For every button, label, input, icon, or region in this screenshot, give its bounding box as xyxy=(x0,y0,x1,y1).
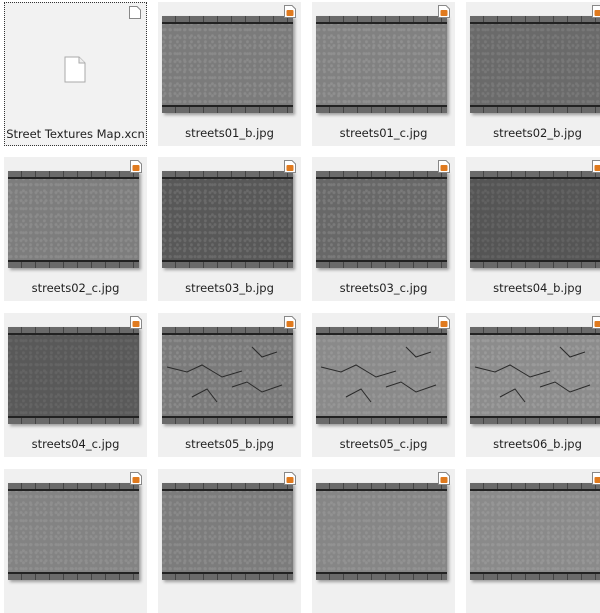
file-name-label: Street Textures Map.xcn xyxy=(5,127,146,141)
image-file-badge-icon xyxy=(130,160,142,173)
texture-thumbnail xyxy=(316,16,447,113)
file-tile[interactable]: streets04_c.jpg xyxy=(4,313,147,457)
texture-thumbnail xyxy=(162,16,293,113)
image-file-badge-icon xyxy=(438,5,450,18)
image-file-badge-icon xyxy=(438,160,450,173)
file-tile[interactable]: streets03_c.jpg xyxy=(312,157,455,301)
file-tile[interactable] xyxy=(4,469,147,613)
texture-thumbnail xyxy=(316,171,447,268)
file-name-label: streets04_b.jpg xyxy=(466,281,600,295)
file-tile[interactable]: streets01_b.jpg xyxy=(158,2,301,146)
image-file-badge-icon xyxy=(130,316,142,329)
blank-document-badge-icon xyxy=(129,6,141,19)
texture-thumbnail xyxy=(316,483,447,580)
file-tile[interactable]: streets03_b.jpg xyxy=(158,157,301,301)
texture-thumbnail xyxy=(470,171,600,268)
texture-thumbnail xyxy=(162,483,293,580)
file-name-label: streets01_b.jpg xyxy=(158,126,301,140)
image-file-badge-icon xyxy=(284,160,296,173)
file-tile[interactable]: streets05_c.jpg xyxy=(312,313,455,457)
file-tile[interactable]: streets06_b.jpg xyxy=(466,313,600,457)
image-file-badge-icon xyxy=(438,472,450,485)
image-file-badge-icon xyxy=(284,472,296,485)
file-name-label: streets02_b.jpg xyxy=(466,126,600,140)
file-name-label: streets03_b.jpg xyxy=(158,281,301,295)
image-file-badge-icon xyxy=(284,316,296,329)
image-file-badge-icon xyxy=(438,316,450,329)
file-tile[interactable]: streets05_b.jpg xyxy=(158,313,301,457)
image-file-badge-icon xyxy=(130,472,142,485)
image-file-badge-icon xyxy=(284,5,296,18)
texture-thumbnail xyxy=(8,171,139,268)
image-file-badge-icon xyxy=(592,160,600,173)
file-name-label: streets06_b.jpg xyxy=(466,437,600,451)
texture-thumbnail xyxy=(470,483,600,580)
texture-thumbnail xyxy=(8,483,139,580)
file-name-label: streets05_c.jpg xyxy=(312,437,455,451)
file-name-label: streets04_c.jpg xyxy=(4,437,147,451)
image-file-badge-icon xyxy=(592,472,600,485)
file-tile[interactable] xyxy=(466,469,600,613)
texture-thumbnail xyxy=(470,327,600,424)
texture-thumbnail xyxy=(162,171,293,268)
file-tile[interactable]: streets02_c.jpg xyxy=(4,157,147,301)
file-name-label: streets05_b.jpg xyxy=(158,437,301,451)
file-tile[interactable] xyxy=(158,469,301,613)
file-tile[interactable]: streets04_b.jpg xyxy=(466,157,600,301)
file-name-label: streets01_c.jpg xyxy=(312,126,455,140)
texture-thumbnail xyxy=(8,327,139,424)
file-tile[interactable]: streets02_b.jpg xyxy=(466,2,600,146)
file-name-label: streets03_c.jpg xyxy=(312,281,455,295)
document-icon xyxy=(64,56,86,83)
file-tile[interactable]: streets01_c.jpg xyxy=(312,2,455,146)
texture-thumbnail xyxy=(470,16,600,113)
file-tile[interactable]: Street Textures Map.xcn xyxy=(4,2,147,146)
image-file-badge-icon xyxy=(592,316,600,329)
texture-thumbnail xyxy=(316,327,447,424)
image-file-badge-icon xyxy=(592,5,600,18)
file-tile[interactable] xyxy=(312,469,455,613)
texture-thumbnail xyxy=(162,327,293,424)
file-name-label: streets02_c.jpg xyxy=(4,281,147,295)
